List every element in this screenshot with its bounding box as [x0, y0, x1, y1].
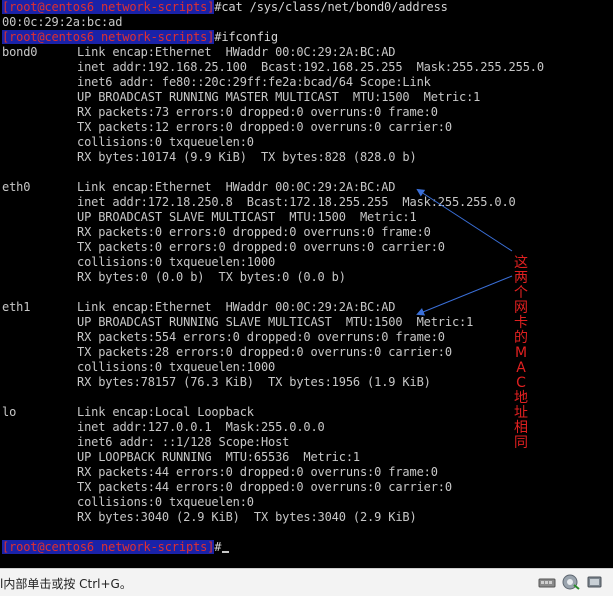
- shell-prompt: [root@centos6 network-scripts]: [2, 540, 215, 554]
- terminal-line: TX packets:28 errors:0 dropped:0 overrun…: [2, 345, 452, 360]
- terminal-line: inet addr:172.18.250.8 Bcast:172.18.255.…: [2, 195, 516, 210]
- terminal-line: [root@centos6 network-scripts]#ifconfig: [2, 30, 278, 45]
- terminal-line: [root@centos6 network-scripts]#: [2, 540, 230, 555]
- output-text: inet addr:127.0.0.1 Mask:255.0.0.0: [77, 420, 325, 434]
- output-text: inet6 addr: fe80::20c:29ff:fe2a:bcad/64 …: [77, 75, 431, 89]
- shell-command: #cat /sys/class/net/bond0/address: [214, 0, 448, 14]
- terminal-line: collisions:0 txqueuelen:1000: [2, 360, 275, 375]
- output-text: TX packets:0 errors:0 dropped:0 overruns…: [77, 240, 445, 254]
- terminal-line: 00:0c:29:2a:bc:ad: [2, 15, 122, 30]
- output-text: Link encap:Ethernet HWaddr 00:0C:29:2A:B…: [77, 45, 396, 59]
- interface-name: lo: [2, 405, 17, 419]
- output-text: RX packets:0 errors:0 dropped:0 overruns…: [77, 225, 431, 239]
- output-text: TX packets:44 errors:0 dropped:0 overrun…: [77, 480, 452, 494]
- shell-command: #ifconfig: [214, 30, 278, 44]
- output-text: collisions:0 txqueuelen:0: [77, 495, 254, 509]
- shell-prompt: [root@centos6 network-scripts]: [2, 0, 215, 14]
- terminal-line: [root@centos6 network-scripts]#cat /sys/…: [2, 0, 448, 15]
- terminal-line: RX packets:44 errors:0 dropped:0 overrun…: [2, 465, 438, 480]
- terminal-line: TX packets:12 errors:0 dropped:0 overrun…: [2, 120, 452, 135]
- terminal-line: RX packets:73 errors:0 dropped:0 overrun…: [2, 105, 438, 120]
- output-text: collisions:0 txqueuelen:1000: [77, 360, 276, 374]
- output-text: inet addr:172.18.250.8 Bcast:172.18.255.…: [77, 195, 516, 209]
- terminal-line: eth0 Link encap:Ethernet HWaddr 00:0C:29:…: [2, 180, 396, 195]
- output-text: RX packets:554 errors:0 dropped:0 overru…: [77, 330, 445, 344]
- terminal-line: RX bytes:78157 (76.3 KiB) TX bytes:1956 …: [2, 375, 431, 390]
- output-text: RX bytes:3040 (2.9 KiB) TX bytes:3040 (2…: [77, 510, 417, 524]
- shell-command: #: [214, 540, 222, 554]
- terminal-line: inet6 addr: ::1/128 Scope:Host: [2, 435, 289, 450]
- output-text: RX packets:44 errors:0 dropped:0 overrun…: [77, 465, 438, 479]
- output-text: collisions:0 txqueuelen:0: [77, 135, 254, 149]
- interface-name: eth0: [2, 180, 31, 194]
- terminal-line: inet addr:192.168.25.100 Bcast:192.168.2…: [2, 60, 544, 75]
- output-text: RX packets:73 errors:0 dropped:0 overrun…: [77, 105, 438, 119]
- terminal-line: UP BROADCAST SLAVE MULTICAST MTU:1500 Me…: [2, 210, 417, 225]
- output-text: TX packets:28 errors:0 dropped:0 overrun…: [77, 345, 452, 359]
- terminal-line: TX packets:0 errors:0 dropped:0 overruns…: [2, 240, 445, 255]
- output-text: TX packets:12 errors:0 dropped:0 overrun…: [77, 120, 452, 134]
- terminal-line: RX packets:0 errors:0 dropped:0 overruns…: [2, 225, 431, 240]
- output-text: Link encap:Ethernet HWaddr 00:0C:29:2A:B…: [77, 300, 396, 314]
- terminal-line: RX packets:554 errors:0 dropped:0 overru…: [2, 330, 445, 345]
- annotation-text: 这两个网卡的MAC地址相同: [514, 255, 528, 451]
- shell-prompt: [root@centos6 network-scripts]: [2, 30, 215, 44]
- network-adapter-icon[interactable]: [538, 574, 556, 590]
- terminal-line: RX bytes:10174 (9.9 KiB) TX bytes:828 (8…: [2, 150, 417, 165]
- interface-name: bond0: [2, 45, 38, 59]
- output-text: inet6 addr: ::1/128 Scope:Host: [77, 435, 290, 449]
- terminal-line: eth1 Link encap:Ethernet HWaddr 00:0C:29:…: [2, 300, 396, 315]
- terminal-line: inet6 addr: fe80::20c:29ff:fe2a:bcad/64 …: [2, 75, 431, 90]
- terminal-line: TX packets:44 errors:0 dropped:0 overrun…: [2, 480, 452, 495]
- sound-icon[interactable]: [562, 574, 580, 590]
- terminal-line: lo Link encap:Local Loopback: [2, 405, 254, 420]
- terminal-line: UP BROADCAST RUNNING MASTER MULTICAST MT…: [2, 90, 480, 105]
- terminal-line: UP LOOPBACK RUNNING MTU:65536 Metric:1: [2, 450, 360, 465]
- output-text: 00:0c:29:2a:bc:ad: [2, 15, 123, 29]
- output-text: UP BROADCAST SLAVE MULTICAST MTU:1500 Me…: [77, 210, 417, 224]
- status-hint-text: l内部单击或按 Ctrl+G。: [0, 577, 132, 591]
- output-text: RX bytes:78157 (76.3 KiB) TX bytes:1956 …: [77, 375, 431, 389]
- interface-name: eth1: [2, 300, 31, 314]
- output-text: Link encap:Local Loopback: [77, 405, 254, 419]
- output-text: UP BROADCAST RUNNING MASTER MULTICAST MT…: [77, 90, 481, 104]
- terminal-line: bond0 Link encap:Ethernet HWaddr 00:0C:29…: [2, 45, 396, 60]
- output-text: Link encap:Ethernet HWaddr 00:0C:29:2A:B…: [77, 180, 396, 194]
- output-text: collisions:0 txqueuelen:1000: [77, 255, 276, 269]
- output-text: UP LOOPBACK RUNNING MTU:65536 Metric:1: [77, 450, 360, 464]
- terminal-line: collisions:0 txqueuelen:0: [2, 495, 254, 510]
- terminal-line: collisions:0 txqueuelen:1000: [2, 255, 275, 270]
- terminal-line: collisions:0 txqueuelen:0: [2, 135, 254, 150]
- terminal-line: UP BROADCAST RUNNING SLAVE MULTICAST MTU…: [2, 315, 473, 330]
- terminal-line: RX bytes:0 (0.0 b) TX bytes:0 (0.0 b): [2, 270, 346, 285]
- output-text: RX bytes:10174 (9.9 KiB) TX bytes:828 (8…: [77, 150, 417, 164]
- text-cursor: [222, 551, 230, 553]
- terminal-line: RX bytes:3040 (2.9 KiB) TX bytes:3040 (2…: [2, 510, 417, 525]
- terminal-line: inet addr:127.0.0.1 Mask:255.0.0.0: [2, 420, 325, 435]
- usb-device-icon[interactable]: [586, 574, 604, 590]
- output-text: RX bytes:0 (0.0 b) TX bytes:0 (0.0 b): [77, 270, 346, 284]
- output-text: inet addr:192.168.25.100 Bcast:192.168.2…: [77, 60, 544, 74]
- status-bar: l内部单击或按 Ctrl+G。: [0, 568, 613, 596]
- output-text: UP BROADCAST RUNNING SLAVE MULTICAST MTU…: [77, 315, 474, 329]
